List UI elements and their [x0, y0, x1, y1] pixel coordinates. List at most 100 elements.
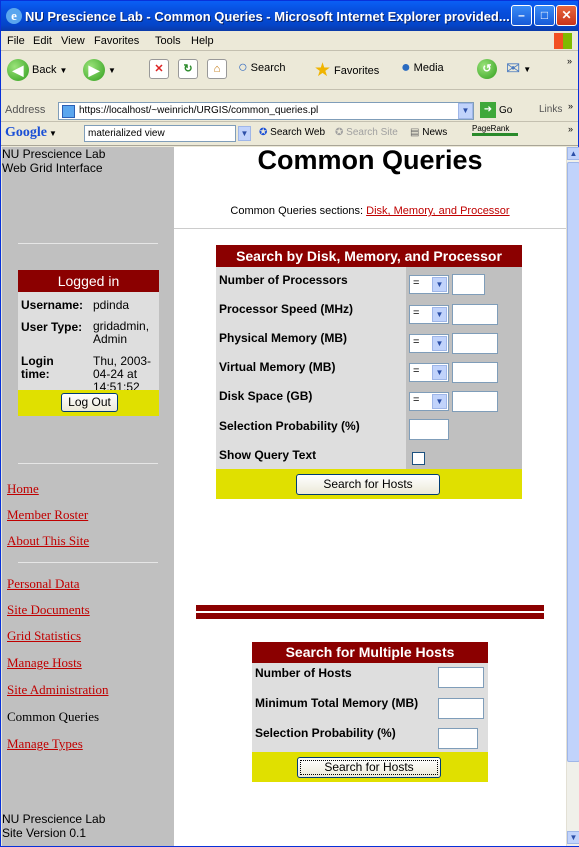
- chevron-down-icon: ▼: [523, 64, 532, 74]
- news-button[interactable]: ▤ News: [410, 127, 447, 138]
- footer-line1: NU Prescience Lab: [2, 812, 106, 826]
- num-hosts-input[interactable]: [438, 667, 484, 688]
- links-label[interactable]: Links: [539, 104, 562, 115]
- scroll-down-icon[interactable]: ▼: [567, 831, 579, 844]
- search-site-button[interactable]: ✪ Search Site: [335, 127, 398, 138]
- menu-tools[interactable]: Tools: [155, 35, 181, 47]
- speed-operator-select[interactable]: = ▼: [409, 305, 449, 324]
- address-dropdown-icon[interactable]: ▼: [458, 103, 473, 119]
- form2-search-button[interactable]: Search for Hosts: [297, 757, 441, 778]
- username-label: Username:: [21, 298, 84, 312]
- show-query-checkbox[interactable]: [412, 452, 425, 465]
- search-web-button[interactable]: ✪ Search Web: [259, 127, 325, 138]
- virtmem-input[interactable]: [452, 362, 498, 383]
- logout-button[interactable]: Log Out: [61, 393, 118, 412]
- nav-home[interactable]: Home: [7, 481, 39, 497]
- nav-member-roster[interactable]: Member Roster: [7, 507, 88, 523]
- nav-about[interactable]: About This Site: [7, 533, 89, 549]
- windows-logo-icon: [554, 33, 572, 49]
- chevron-down-icon: ▼: [59, 65, 68, 75]
- chevron-down-icon: ▼: [432, 336, 447, 351]
- nav-manage-types[interactable]: Manage Types: [7, 736, 83, 752]
- operator-value: =: [413, 365, 420, 377]
- disk-operator-select[interactable]: = ▼: [409, 392, 449, 411]
- nav-site-administration[interactable]: Site Administration: [7, 682, 108, 698]
- usertype-label: User Type:: [21, 320, 83, 334]
- google-logo[interactable]: Google ▼: [5, 125, 57, 141]
- mail-button[interactable]: ✉ ▼: [506, 59, 531, 79]
- history-button[interactable]: ↺: [477, 59, 497, 79]
- chevron-down-icon: ▼: [432, 277, 447, 292]
- title-bar: e NU Prescience Lab - Common Queries - M…: [1, 1, 578, 31]
- speed-input[interactable]: [452, 304, 498, 325]
- section-divider: [196, 605, 544, 611]
- physmem-input[interactable]: [452, 333, 498, 354]
- menu-edit[interactable]: Edit: [33, 35, 52, 47]
- nav-grid-statistics[interactable]: Grid Statistics: [7, 628, 81, 644]
- page-icon: [62, 105, 75, 118]
- close-button[interactable]: ✕: [556, 5, 577, 26]
- nav-site-documents[interactable]: Site Documents: [7, 602, 90, 618]
- home-button[interactable]: ⌂: [207, 59, 227, 79]
- chevron-down-icon: ▼: [432, 394, 447, 409]
- probability-input[interactable]: [409, 419, 449, 440]
- news-label: News: [422, 127, 448, 138]
- disk-input[interactable]: [452, 391, 498, 412]
- menu-favorites[interactable]: Favorites: [94, 35, 139, 47]
- search-site-label: Search Site: [346, 127, 398, 138]
- scroll-up-icon[interactable]: ▲: [567, 147, 579, 160]
- form2-probability-input[interactable]: [438, 728, 478, 749]
- favorites-button[interactable]: ★ Favorites: [314, 59, 379, 82]
- chevron-down-icon: ▼: [47, 129, 57, 138]
- forward-button[interactable]: ▶ ▼: [83, 59, 116, 81]
- form2-row-label: Selection Probability (%): [255, 726, 396, 740]
- back-label: Back: [32, 64, 57, 76]
- sections-link[interactable]: Disk, Memory, and Processor: [366, 205, 509, 217]
- media-button[interactable]: ● Media: [401, 59, 444, 77]
- nav-manage-hosts[interactable]: Manage Hosts: [7, 655, 82, 671]
- vertical-scrollbar[interactable]: ▲ ▼: [566, 147, 579, 846]
- virtmem-operator-select[interactable]: = ▼: [409, 363, 449, 382]
- address-input[interactable]: https://localhost/~weinrich/URGIS/common…: [58, 102, 474, 120]
- physmem-operator-select[interactable]: = ▼: [409, 334, 449, 353]
- processors-operator-select[interactable]: = ▼: [409, 275, 449, 294]
- scroll-thumb[interactable]: [567, 162, 579, 762]
- pagerank-meter: PageRank: [472, 124, 518, 136]
- form1-heading: Search by Disk, Memory, and Processor: [216, 245, 522, 267]
- search-button[interactable]: ○ Search: [238, 59, 286, 77]
- menu-file[interactable]: File: [7, 35, 25, 47]
- google-dropdown-icon[interactable]: ▼: [238, 126, 251, 141]
- footer-line2: Site Version 0.1: [2, 826, 87, 840]
- links-overflow-icon[interactable]: »: [568, 101, 573, 111]
- logintime-value: Thu, 2003-04-24 at 14:51:52: [93, 354, 152, 394]
- news-icon: ▤: [410, 127, 420, 138]
- operator-value: =: [413, 277, 420, 289]
- refresh-button[interactable]: ↻: [178, 59, 198, 79]
- home-icon: ⌂: [207, 59, 227, 79]
- main-content: Common Queries Common Queries sections: …: [174, 147, 566, 846]
- form1-row-label: Virtual Memory (MB): [219, 360, 336, 374]
- mail-icon: ✉: [506, 59, 521, 78]
- sidebar: NU Prescience Lab Web Grid Interface Log…: [2, 147, 174, 846]
- forward-arrow-icon: ▶: [83, 59, 105, 81]
- google-search-input[interactable]: materialized view: [84, 125, 236, 142]
- nav-personal-data[interactable]: Personal Data: [7, 576, 80, 592]
- logintime-label: Login time:: [21, 354, 54, 381]
- back-button[interactable]: ◀ Back ▼: [7, 59, 67, 81]
- menu-view[interactable]: View: [61, 35, 85, 47]
- toolbar-overflow-icon[interactable]: »: [567, 56, 572, 66]
- browser-window: e NU Prescience Lab - Common Queries - M…: [0, 0, 579, 847]
- google-overflow-icon[interactable]: »: [568, 124, 573, 134]
- form1-search-button[interactable]: Search for Hosts: [296, 474, 440, 495]
- processors-input[interactable]: [452, 274, 485, 295]
- login-heading: Logged in: [18, 270, 159, 292]
- menu-help[interactable]: Help: [191, 35, 214, 47]
- stop-button[interactable]: ✕: [149, 59, 169, 79]
- min-memory-input[interactable]: [438, 698, 484, 719]
- go-button[interactable]: ➜ Go: [480, 102, 512, 118]
- back-arrow-icon: ◀: [7, 59, 29, 81]
- media-label: Media: [413, 62, 444, 74]
- maximize-button[interactable]: □: [534, 5, 555, 26]
- minimize-button[interactable]: –: [511, 5, 532, 26]
- title-divider: [174, 228, 566, 229]
